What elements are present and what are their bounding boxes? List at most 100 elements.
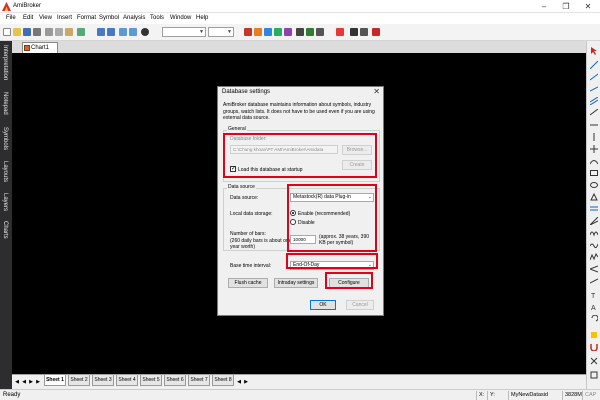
interval-combo[interactable]: ▼ bbox=[208, 27, 234, 37]
trendline-icon[interactable] bbox=[590, 61, 598, 69]
undo-draw-icon[interactable] bbox=[590, 315, 598, 323]
print-icon[interactable] bbox=[33, 28, 41, 36]
sheet-tab-4[interactable]: Sheet 4 bbox=[116, 375, 138, 386]
sheet-tab-7[interactable]: Sheet 7 bbox=[188, 375, 210, 386]
tab-interpretation[interactable]: Interpretation bbox=[2, 45, 8, 80]
crosshair-icon[interactable] bbox=[590, 145, 598, 153]
horizontal-line-icon[interactable] bbox=[590, 121, 598, 129]
heart-icon[interactable] bbox=[254, 28, 262, 36]
symbol-icon[interactable]: A bbox=[590, 303, 598, 311]
refresh-icon[interactable] bbox=[274, 28, 282, 36]
color-picker-icon[interactable] bbox=[336, 28, 344, 36]
sheet-tab-1[interactable]: Sheet 1 bbox=[44, 375, 66, 386]
extended-line-icon[interactable] bbox=[590, 85, 598, 93]
cycle-icon[interactable] bbox=[590, 229, 598, 237]
chart-type-icon[interactable] bbox=[244, 28, 252, 36]
triangle-icon[interactable] bbox=[590, 193, 598, 201]
sheet-tab-3[interactable]: Sheet 3 bbox=[92, 375, 114, 386]
tab-charts[interactable]: Charts bbox=[2, 221, 8, 239]
info-icon[interactable] bbox=[141, 28, 149, 36]
gann-icon[interactable] bbox=[590, 217, 598, 225]
draw-line-icon[interactable] bbox=[350, 28, 358, 36]
next-sheet-icon[interactable]: ▶ bbox=[28, 378, 34, 386]
sheet-scroll-left-icon[interactable]: ◀ bbox=[236, 378, 242, 386]
fibonacci-icon[interactable] bbox=[590, 205, 598, 213]
zoom-icon[interactable] bbox=[264, 28, 272, 36]
ray-icon[interactable] bbox=[590, 73, 598, 81]
ok-button[interactable]: OK bbox=[310, 300, 336, 310]
sheet-tab-8[interactable]: Sheet 8 bbox=[212, 375, 234, 386]
formula-icon[interactable] bbox=[284, 28, 292, 36]
delete-drawing-icon[interactable] bbox=[590, 357, 598, 365]
lock-icon[interactable] bbox=[590, 331, 598, 339]
sheet-tab-2[interactable]: Sheet 2 bbox=[68, 375, 90, 386]
intraday-settings-button[interactable]: Intraday settings bbox=[274, 278, 318, 288]
amibroker-logo-icon bbox=[2, 2, 11, 11]
tab-symbols[interactable]: Symbols bbox=[2, 127, 8, 150]
new-file-icon[interactable] bbox=[3, 28, 11, 36]
tab-notepad[interactable]: Notepad bbox=[2, 92, 8, 115]
menu-tools[interactable]: Tools bbox=[150, 15, 164, 21]
first-sheet-icon[interactable]: ◀ bbox=[14, 378, 20, 386]
magnet-icon[interactable] bbox=[590, 343, 598, 351]
sheet-tab-5[interactable]: Sheet 5 bbox=[140, 375, 162, 386]
back-icon[interactable] bbox=[119, 28, 127, 36]
minimize-button[interactable]: – bbox=[533, 0, 555, 13]
dialog-close-icon[interactable]: ✕ bbox=[373, 87, 380, 96]
app-title: AmiBroker bbox=[13, 3, 42, 9]
check-icon[interactable] bbox=[306, 28, 314, 36]
copy-icon[interactable] bbox=[55, 28, 63, 36]
help-icon[interactable] bbox=[372, 28, 380, 36]
menu-symbol[interactable]: Symbol bbox=[99, 15, 119, 21]
find-icon[interactable] bbox=[77, 28, 85, 36]
ellipse-icon[interactable] bbox=[590, 181, 598, 189]
arc-icon[interactable] bbox=[590, 157, 598, 165]
rectangle-icon[interactable] bbox=[590, 169, 598, 177]
base-time-label: Base time interval: bbox=[230, 263, 272, 269]
tab-layouts[interactable]: Layouts bbox=[2, 161, 8, 182]
cut-icon[interactable] bbox=[45, 28, 53, 36]
paste-icon[interactable] bbox=[65, 28, 73, 36]
sheet-tab-6[interactable]: Sheet 6 bbox=[164, 375, 186, 386]
redo-icon[interactable] bbox=[107, 28, 115, 36]
maximize-button[interactable]: ❐ bbox=[555, 0, 577, 13]
status-caps: CAP bbox=[582, 391, 599, 400]
zigzag-icon[interactable] bbox=[590, 253, 598, 261]
highlight-configure bbox=[325, 272, 373, 289]
wave-icon[interactable] bbox=[590, 241, 598, 249]
parallel-lines-icon[interactable] bbox=[590, 97, 598, 105]
sheet-scroll-right-icon[interactable]: ▶ bbox=[243, 378, 249, 386]
svg-text:A: A bbox=[591, 305, 596, 311]
flush-cache-button[interactable]: Flush cache bbox=[228, 278, 268, 288]
vertical-line-icon[interactable] bbox=[590, 133, 598, 141]
pitchfork-icon[interactable] bbox=[590, 265, 598, 273]
cancel-button[interactable]: Cancel bbox=[346, 300, 374, 310]
menu-insert[interactable]: Insert bbox=[57, 15, 72, 21]
doc-tab-chart1[interactable]: Chart1 bbox=[22, 42, 58, 53]
text-icon[interactable]: T bbox=[590, 291, 598, 299]
forward-icon[interactable] bbox=[129, 28, 137, 36]
last-sheet-icon[interactable]: ▶ bbox=[35, 378, 41, 386]
save-icon[interactable] bbox=[23, 28, 31, 36]
channel-icon[interactable] bbox=[590, 109, 598, 117]
pointer-icon[interactable] bbox=[590, 47, 598, 55]
properties-icon[interactable] bbox=[590, 371, 598, 379]
indicator-icon[interactable] bbox=[296, 28, 304, 36]
highlight-base-time bbox=[286, 253, 378, 269]
grid-icon[interactable] bbox=[316, 28, 324, 36]
menu-analysis[interactable]: Analysis bbox=[123, 15, 145, 21]
menu-window[interactable]: Window bbox=[170, 15, 191, 21]
menu-format[interactable]: Format bbox=[77, 15, 96, 21]
regression-icon[interactable] bbox=[590, 277, 598, 285]
prev-sheet-icon[interactable]: ◀ bbox=[21, 378, 27, 386]
menu-file[interactable]: File bbox=[6, 15, 16, 21]
menu-help[interactable]: Help bbox=[196, 15, 208, 21]
symbol-combo[interactable]: ▼ bbox=[162, 27, 206, 37]
open-folder-icon[interactable] bbox=[13, 28, 21, 36]
undo-icon[interactable] bbox=[97, 28, 105, 36]
pencil-icon[interactable] bbox=[360, 28, 368, 36]
menu-edit[interactable]: Edit bbox=[23, 15, 33, 21]
menu-view[interactable]: View bbox=[39, 15, 52, 21]
tab-layers[interactable]: Layers bbox=[2, 193, 8, 211]
close-window-button[interactable]: ✕ bbox=[577, 0, 599, 13]
